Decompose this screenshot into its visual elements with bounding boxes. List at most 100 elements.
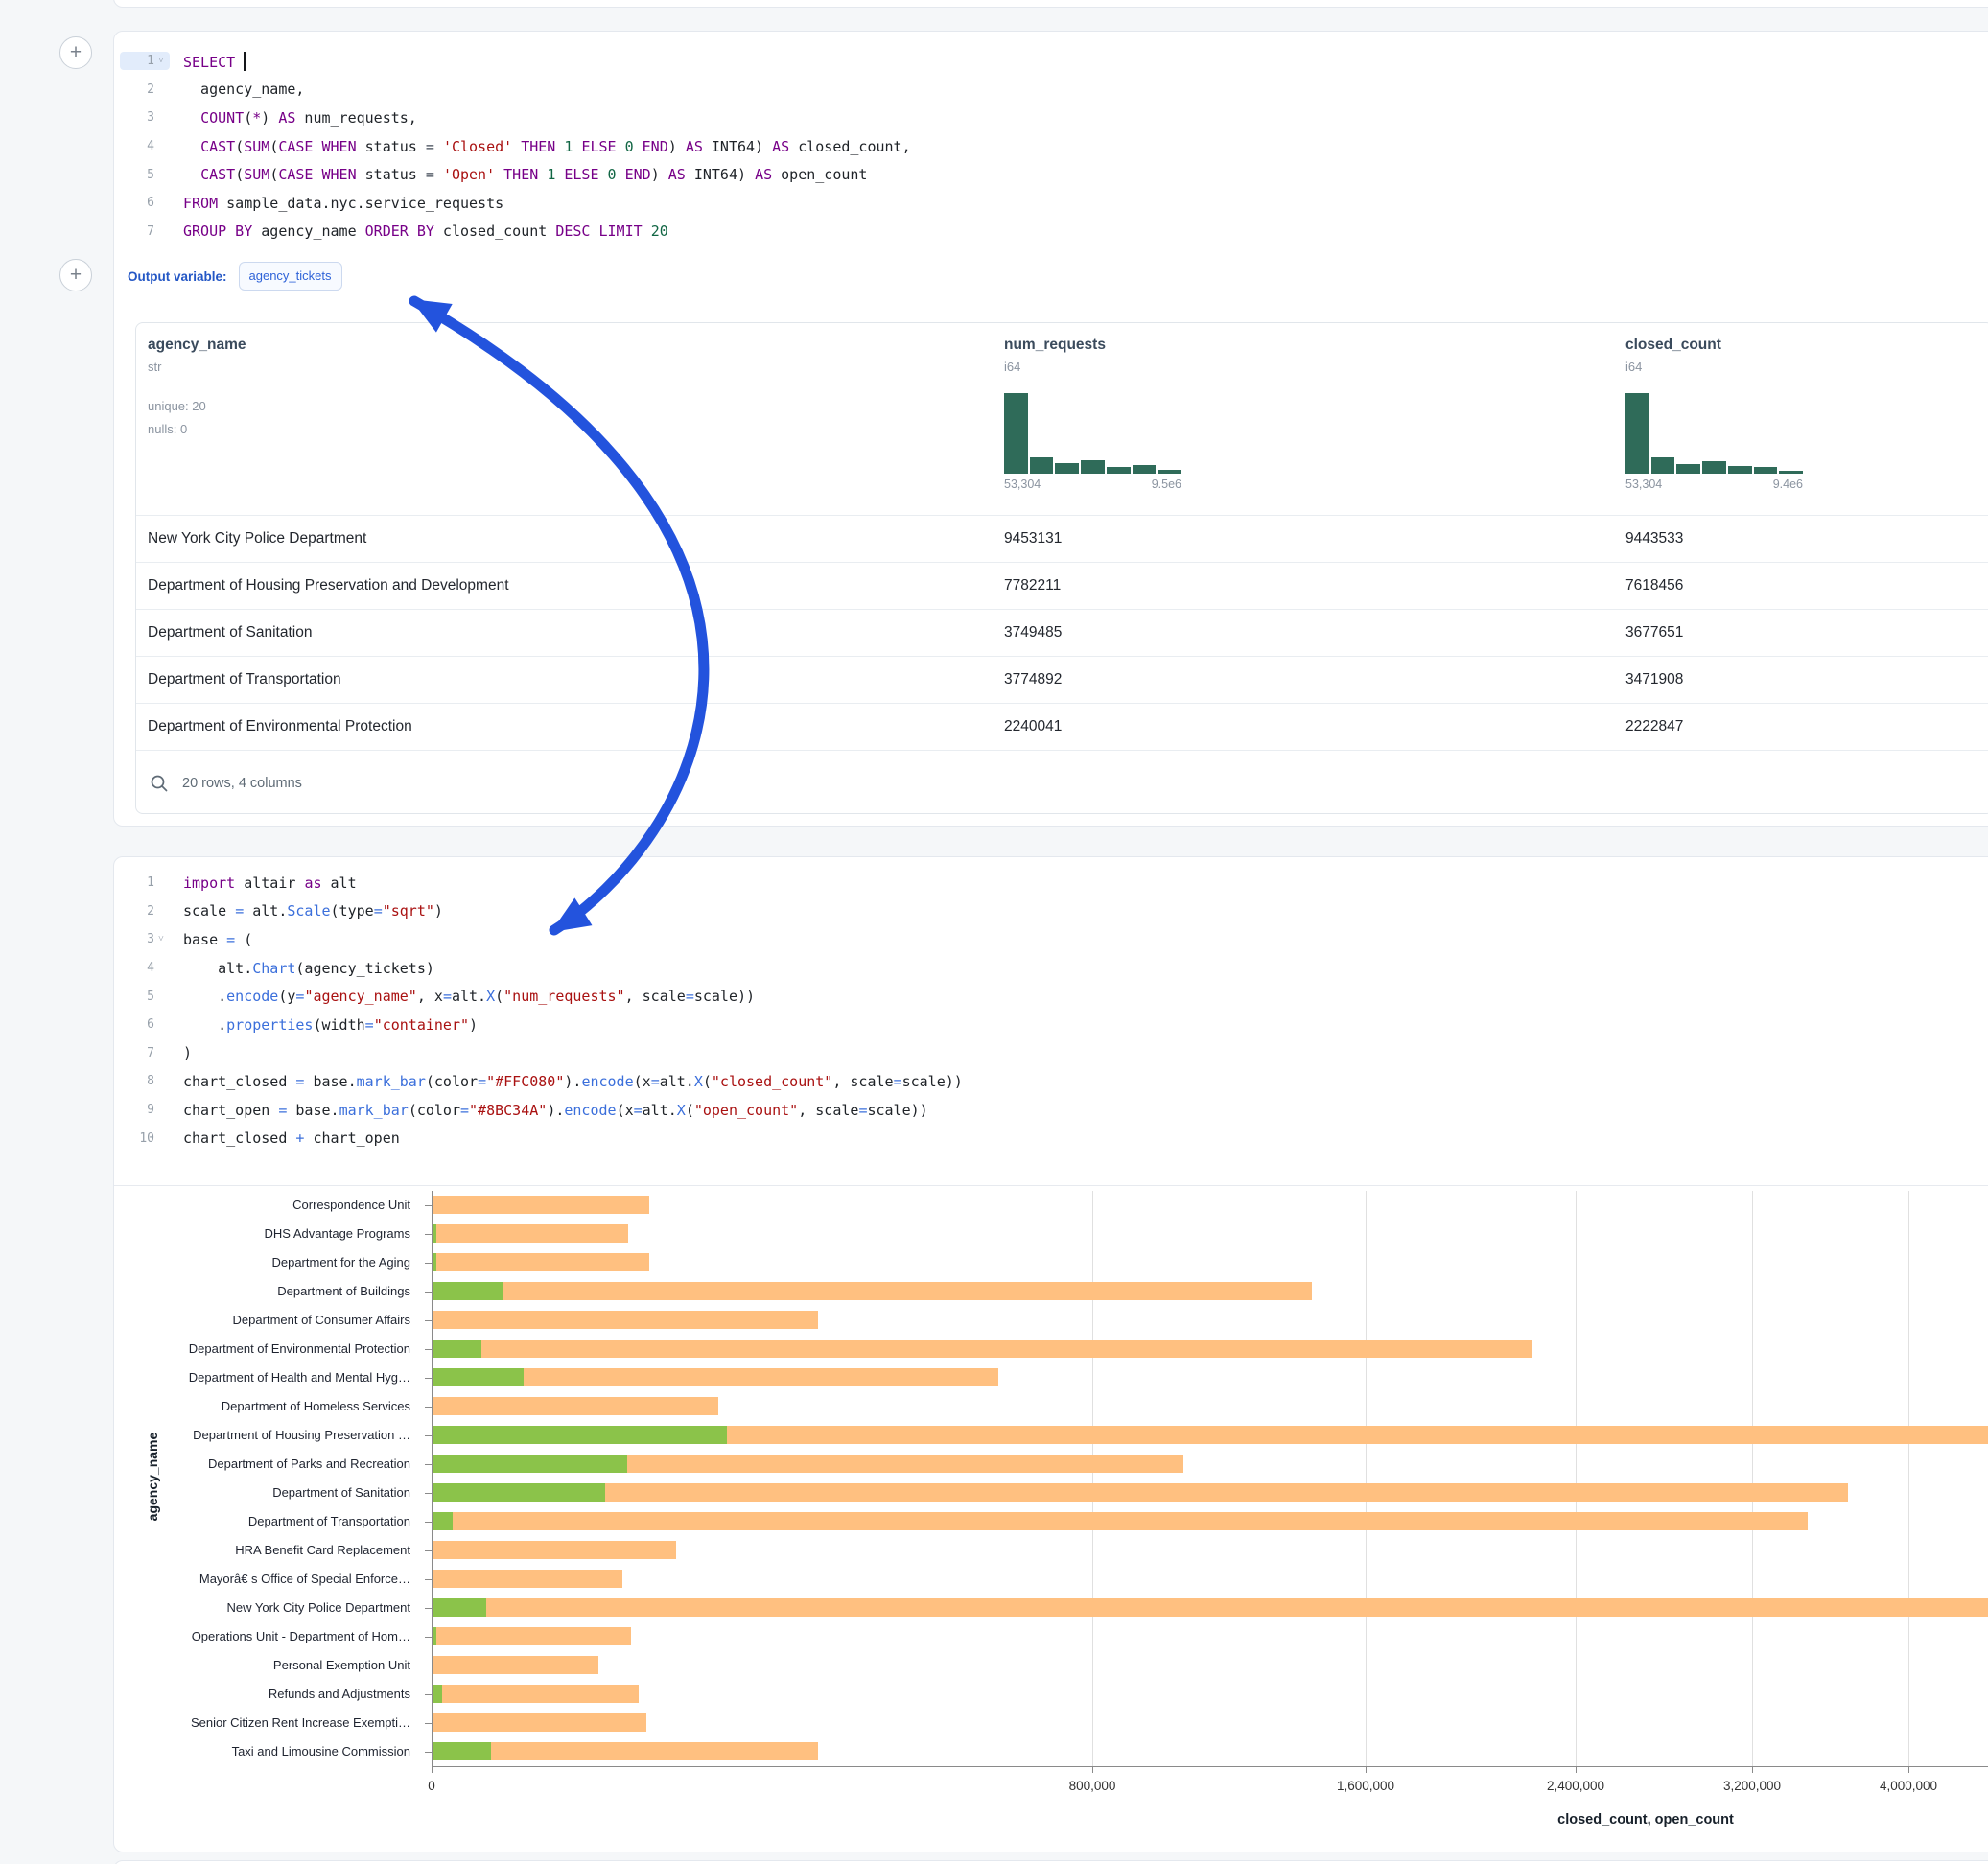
line-gutter: 6	[114, 1015, 170, 1034]
code-line[interactable]: 4 CAST(SUM(CASE WHEN status = 'Closed' T…	[114, 132, 1988, 161]
table-row[interactable]: New York City Police Department945313194…	[136, 515, 1988, 562]
table-body: New York City Police Department945313194…	[136, 515, 1988, 750]
table-row[interactable]: Department of Housing Preservation and D…	[136, 562, 1988, 609]
table-row[interactable]: Department of Transportation377489234719…	[136, 656, 1988, 703]
code-line[interactable]: 6 .properties(width="container")	[114, 1011, 1988, 1039]
code-text: CAST(SUM(CASE WHEN status = 'Open' THEN …	[170, 166, 867, 183]
line-number: 3	[122, 932, 154, 946]
fold-chevron-icon[interactable]: ˅	[154, 56, 168, 66]
table-row[interactable]: Department of Sanitation37494853677651	[136, 609, 1988, 656]
x-tick-label: 800,000	[1069, 1779, 1116, 1793]
code-line[interactable]: 8chart_closed = base.mark_bar(color="#FF…	[114, 1067, 1988, 1096]
code-line[interactable]: 6FROM sample_data.nyc.service_requests	[114, 189, 1988, 218]
line-gutter: 7	[114, 1044, 170, 1062]
histogram-max: 9.5e6	[1152, 478, 1181, 491]
x-tick-label: 0	[428, 1779, 435, 1793]
bar-open-count	[432, 1685, 442, 1703]
cell-value: 9443533	[1625, 530, 1988, 548]
cell-value: 2240041	[1004, 718, 1625, 735]
histogram-bar	[1728, 466, 1752, 474]
search-icon[interactable]	[150, 774, 169, 793]
x-tick	[1092, 1767, 1093, 1773]
output-variable-label: Output variable:	[128, 269, 227, 284]
chart-row	[432, 1248, 1988, 1277]
column-type: i64	[1625, 360, 1988, 374]
code-line[interactable]: 7GROUP BY agency_name ORDER BY closed_co…	[114, 218, 1988, 246]
sql-editor[interactable]: 1˅SELECT 2 agency_name,3 COUNT(*) AS num…	[114, 32, 1988, 245]
y-tick	[425, 1263, 432, 1264]
code-text: chart_closed + chart_open	[170, 1130, 400, 1147]
output-variable-row: Output variable: agency_tickets	[128, 262, 342, 291]
x-tick-label: 4,000,000	[1880, 1779, 1937, 1793]
add-block-button-top[interactable]: +	[59, 36, 92, 69]
python-editor[interactable]: 1import altair as alt2scale = alt.Scale(…	[114, 857, 1988, 1153]
code-text: agency_name,	[170, 81, 304, 98]
histogram-bar	[1030, 457, 1054, 474]
y-axis-label: Department of Homeless Services	[114, 1392, 420, 1421]
y-tick	[425, 1493, 432, 1494]
y-axis-label: Correspondence Unit	[114, 1191, 420, 1220]
output-variable-chip[interactable]: agency_tickets	[239, 262, 342, 291]
table-row[interactable]: Department of Environmental Protection22…	[136, 703, 1988, 750]
cell-value: 3471908	[1625, 671, 1988, 688]
line-gutter: 5	[114, 988, 170, 1006]
chart-row	[432, 1507, 1988, 1536]
chart-row	[432, 1363, 1988, 1392]
code-line[interactable]: 10chart_closed + chart_open	[114, 1124, 1988, 1153]
bar-closed-count	[432, 1656, 598, 1674]
line-number: 4	[122, 961, 154, 975]
code-text: )	[170, 1044, 192, 1061]
bar-closed-count	[432, 1570, 622, 1588]
add-block-button-middle[interactable]: +	[59, 259, 92, 291]
bar-closed-count	[432, 1713, 646, 1732]
x-tick	[1752, 1767, 1753, 1773]
y-axis-label: DHS Advantage Programs	[114, 1220, 420, 1248]
chart-row	[432, 1277, 1988, 1306]
code-text: chart_open = base.mark_bar(color="#8BC34…	[170, 1102, 928, 1119]
chart-row	[432, 1421, 1988, 1450]
y-axis-label: Department for the Aging	[114, 1248, 420, 1277]
code-line[interactable]: 1˅SELECT	[114, 47, 1988, 76]
line-number: 7	[122, 1046, 154, 1060]
histogram-bar	[1676, 464, 1700, 474]
bar-closed-count	[432, 1512, 1808, 1530]
line-gutter: 5	[114, 166, 170, 184]
code-line[interactable]: 3˅base = (	[114, 925, 1988, 954]
cell-value: 7782211	[1004, 577, 1625, 594]
code-line[interactable]: 2scale = alt.Scale(type="sqrt")	[114, 897, 1988, 926]
line-gutter: 4	[114, 959, 170, 977]
code-line[interactable]: 2 agency_name,	[114, 76, 1988, 105]
code-line[interactable]: 5 .encode(y="agency_name", x=alt.X("num_…	[114, 982, 1988, 1011]
code-line[interactable]: 5 CAST(SUM(CASE WHEN status = 'Open' THE…	[114, 160, 1988, 189]
line-gutter: 1˅	[114, 52, 170, 70]
bar-open-count	[432, 1282, 503, 1300]
chart-row	[432, 1335, 1988, 1363]
cell-agency-name: Department of Transportation	[148, 671, 1004, 688]
bar-open-count	[432, 1598, 486, 1617]
code-line[interactable]: 9chart_open = base.mark_bar(color="#8BC3…	[114, 1096, 1988, 1125]
code-line[interactable]: 1import altair as alt	[114, 869, 1988, 897]
bar-closed-count	[432, 1598, 1988, 1617]
y-axis-line	[432, 1191, 433, 1767]
code-text: GROUP BY agency_name ORDER BY closed_cou…	[170, 222, 668, 240]
code-line[interactable]: 4 alt.Chart(agency_tickets)	[114, 954, 1988, 983]
histogram-bar	[1004, 393, 1028, 474]
y-axis-label: Department of Buildings	[114, 1277, 420, 1306]
code-line[interactable]: 7)	[114, 1039, 1988, 1068]
column-header-agency_name: agency_namestrunique: 20nulls: 0	[148, 337, 1004, 515]
x-tick-label: 1,600,000	[1337, 1779, 1394, 1793]
bar-closed-count	[432, 1627, 631, 1645]
histogram-bar	[1133, 465, 1157, 474]
y-tick	[425, 1205, 432, 1206]
bar-closed-count	[432, 1253, 649, 1271]
python-cell: 1import altair as alt2scale = alt.Scale(…	[113, 856, 1988, 1852]
chart-row	[432, 1306, 1988, 1335]
y-tick	[425, 1550, 432, 1551]
bar-open-count	[432, 1368, 524, 1386]
code-line[interactable]: 3 COUNT(*) AS num_requests,	[114, 104, 1988, 132]
fold-chevron-icon[interactable]: ˅	[154, 934, 168, 944]
cell-value: 3677651	[1625, 624, 1988, 641]
y-tick	[425, 1464, 432, 1465]
y-axis-label: Personal Exemption Unit	[114, 1651, 420, 1680]
histogram-bar	[1107, 467, 1131, 474]
